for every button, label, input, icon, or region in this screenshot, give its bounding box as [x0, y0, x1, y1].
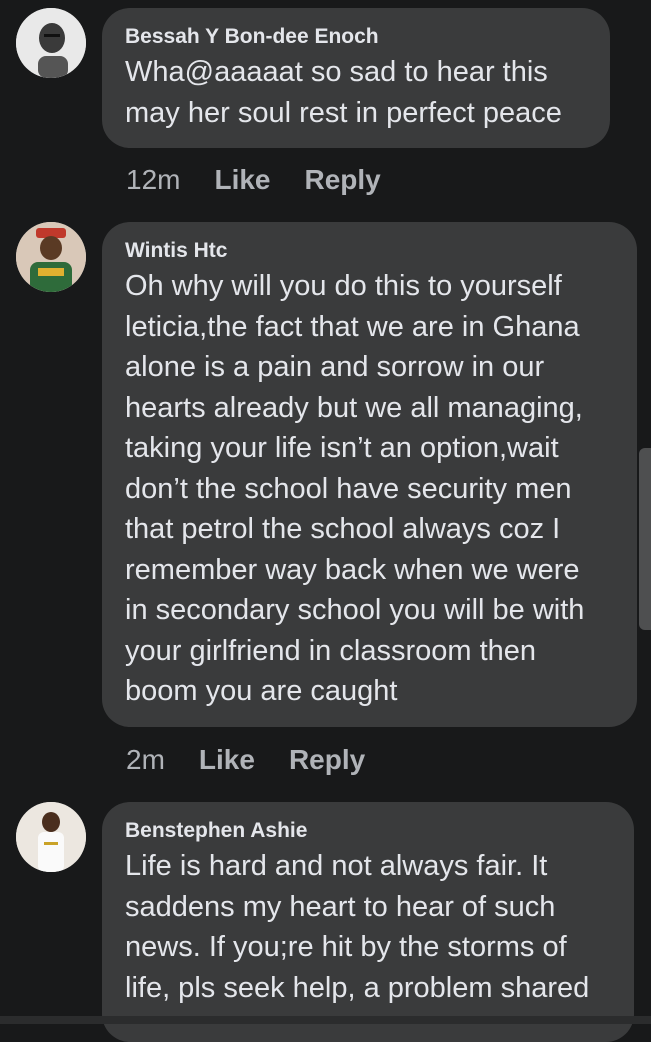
- comment-actions: 12m Like Reply: [126, 164, 381, 196]
- scrollbar[interactable]: [639, 448, 651, 630]
- avatar-photo-icon: [16, 802, 86, 872]
- avatar-photo-icon: [16, 8, 86, 78]
- comment-bubble[interactable]: Bessah Y Bon-dee Enoch Wha@aaaaat so sad…: [102, 8, 610, 148]
- like-button[interactable]: Like: [199, 744, 255, 776]
- comment-text: Wha@aaaaat so sad to hear this may her s…: [125, 56, 562, 129]
- comment-bubble[interactable]: Wintis Htc Oh why will you do this to yo…: [102, 222, 637, 727]
- comment-actions: 2m Like Reply: [126, 744, 365, 776]
- avatar[interactable]: [16, 802, 86, 872]
- avatar[interactable]: [16, 8, 86, 78]
- comment-time[interactable]: 12m: [126, 164, 180, 196]
- comment-author[interactable]: Bessah Y Bon-dee Enoch: [125, 24, 588, 50]
- avatar-photo-icon: [16, 222, 86, 292]
- comment-bubble[interactable]: Benstephen Ashie Life is hard and not al…: [102, 802, 634, 1042]
- comment-author[interactable]: Wintis Htc: [125, 238, 615, 264]
- bottom-divider: [0, 1016, 651, 1024]
- reply-button[interactable]: Reply: [305, 164, 381, 196]
- like-button[interactable]: Like: [214, 164, 270, 196]
- comment-time[interactable]: 2m: [126, 744, 165, 776]
- reply-button[interactable]: Reply: [289, 744, 365, 776]
- comment-text: Oh why will you do this to yourself leti…: [125, 270, 585, 707]
- comment-text: Life is hard and not always fair. It sad…: [125, 850, 590, 1004]
- comment-author[interactable]: Benstephen Ashie: [125, 818, 612, 844]
- avatar[interactable]: [16, 222, 86, 292]
